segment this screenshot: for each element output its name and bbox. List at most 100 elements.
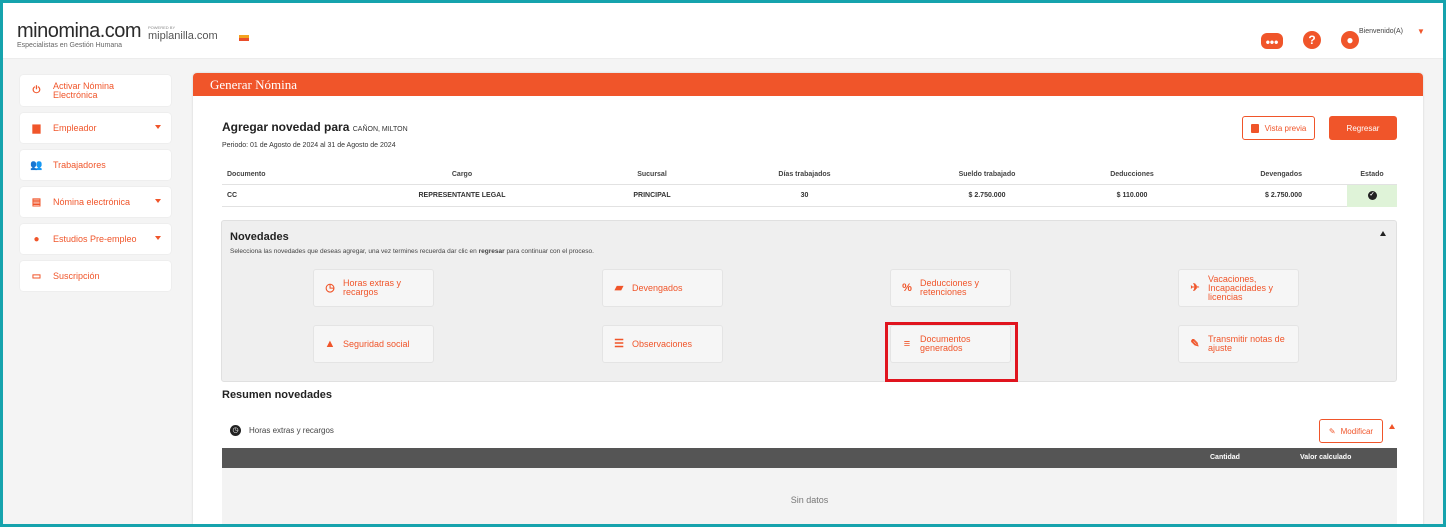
chevron-down-icon[interactable]: ▼	[1417, 27, 1425, 36]
card-transmitir-notas[interactable]: ✎ Transmitir notas de ajuste	[1178, 325, 1299, 363]
col-cantidad: Cantidad	[1210, 454, 1240, 461]
page-title: Generar Nómina	[193, 73, 1423, 96]
col-deducciones: Deducciones	[1110, 171, 1154, 178]
card-observaciones[interactable]: ☰ Observaciones	[602, 325, 723, 363]
clock-icon: ◷	[325, 282, 335, 294]
app-frame: minomina.com Especialistas en Gestión Hu…	[0, 0, 1446, 527]
col-sueldo: Sueldo trabajado	[958, 171, 1016, 178]
pdf-icon	[1250, 123, 1259, 133]
add-novedad-title: Agregar novedad para CAÑON, MILTON	[222, 120, 408, 134]
sidebar: ⏻ Activar Nómina Electrónica ▆ Empleador…	[20, 75, 171, 298]
collapse-icon[interactable]	[1380, 231, 1386, 236]
cell-sueldo: $ 2.750.000	[968, 192, 1006, 199]
document-icon: ▤	[31, 196, 42, 208]
cell-sucursal: PRINCIPAL	[633, 192, 671, 199]
sidebar-item-label: Trabajadores	[53, 159, 106, 170]
novedades-title: Novedades	[230, 231, 289, 243]
preview-button-label: Vista previa	[1264, 123, 1307, 133]
building-icon: ▆	[32, 122, 41, 134]
sidebar-item-suscripcion[interactable]: ▭ Suscripción	[20, 261, 171, 291]
chat-icon[interactable]: •••	[1261, 33, 1283, 49]
col-devengados: Devengados	[1260, 171, 1302, 178]
col-sucursal: Sucursal	[637, 171, 667, 178]
chevron-down-icon	[155, 236, 161, 240]
sidebar-item-nomina-electronica[interactable]: ▤ Nómina electrónica	[20, 187, 171, 217]
preview-button[interactable]: Vista previa	[1242, 116, 1315, 140]
card-vacaciones[interactable]: ✈ Vacaciones, Incapacidades y licencias	[1178, 269, 1299, 307]
card-deducciones[interactable]: % Deducciones y retenciones	[890, 269, 1011, 307]
card-label: Observaciones	[632, 338, 693, 349]
empty-state-text: Sin datos	[790, 495, 829, 505]
table-row: CC REPRESENTANTE LEGAL PRINCIPAL 30 $ 2.…	[222, 184, 1397, 207]
card-icon: ▭	[31, 270, 42, 282]
resumen-section-label: Horas extras y recargos	[249, 426, 334, 435]
card-label: Transmitir notas de ajuste	[1208, 334, 1285, 353]
sidebar-item-trabajadores[interactable]: 👥 Trabajadores	[20, 150, 171, 180]
novedades-description: Selecciona las novedades que deseas agre…	[230, 248, 594, 255]
card-label: Deducciones y retenciones	[920, 278, 980, 297]
sidebar-item-label: Empleador	[53, 122, 97, 133]
welcome-text[interactable]: Bienvenido(A)	[1359, 28, 1403, 35]
top-header: minomina.com Especialistas en Gestión Hu…	[3, 3, 1443, 59]
desc-text: Selecciona las novedades que deseas agre…	[230, 248, 479, 255]
back-button[interactable]: Regresar	[1329, 116, 1397, 140]
resumen-empty: Sin datos	[222, 468, 1397, 524]
resumen-title: Resumen novedades	[222, 389, 333, 401]
col-documento: Documento	[227, 171, 266, 178]
sidebar-item-label: Nómina electrónica	[53, 196, 131, 207]
sidebar-item-estudios-preempleo[interactable]: ● Estudios Pre-empleo	[20, 224, 171, 254]
desc-bold: regresar	[478, 248, 505, 255]
col-cargo: Cargo	[451, 171, 473, 178]
plane-icon: ✈	[1190, 282, 1200, 294]
sidebar-item-activar-nomina[interactable]: ⏻ Activar Nómina Electrónica	[20, 75, 171, 106]
sidebar-item-empleador[interactable]: ▆ Empleador	[20, 113, 171, 143]
logo-tagline: Especialistas en Gestión Humana	[17, 42, 123, 49]
employee-name: CAÑON, MILTON	[352, 126, 408, 133]
card-label: Horas extras y recargos	[343, 278, 402, 297]
novedades-panel: Novedades Selecciona las novedades que d…	[221, 220, 1397, 382]
collapse-icon[interactable]	[1389, 424, 1395, 429]
add-novedad-label: Agregar novedad para	[222, 120, 350, 134]
col-valor-calculado: Valor calculado	[1300, 454, 1352, 461]
resumen-table-header: Cantidad Valor calculado	[222, 448, 1397, 468]
user-icon[interactable]: ●	[1341, 31, 1359, 49]
helmet-icon: ▲	[324, 338, 336, 350]
card-devengados[interactable]: ▰ Devengados	[602, 269, 723, 307]
highlight-box	[885, 322, 1018, 382]
desc-text-end: para continuar con el proceso.	[504, 248, 594, 255]
chevron-down-icon	[155, 125, 161, 129]
card-label: Seguridad social	[343, 338, 410, 349]
card-horas-extras[interactable]: ◷ Horas extras y recargos	[313, 269, 434, 307]
period-text: Periodo: 01 de Agosto de 2024 al 31 de A…	[222, 142, 396, 149]
employee-table: Documento Cargo Sucursal Días trabajados…	[222, 165, 1397, 207]
flag-icon[interactable]	[239, 35, 249, 41]
cell-dias: 30	[800, 192, 809, 199]
help-icon[interactable]: ?	[1303, 31, 1321, 49]
card-label: Vacaciones, Incapacidades y licencias	[1208, 273, 1274, 302]
check-icon: ✓	[1367, 191, 1377, 200]
cell-cargo: REPRESENTANTE LEGAL	[418, 192, 506, 199]
percent-icon: %	[902, 282, 912, 294]
logo-name: minomina.com	[17, 20, 142, 42]
card-seguridad-social[interactable]: ▲ Seguridad social	[313, 325, 434, 363]
logo[interactable]: minomina.com Especialistas en Gestión Hu…	[17, 20, 142, 50]
sidebar-item-label: Suscripción	[53, 270, 100, 281]
col-dias: Días trabajados	[778, 171, 831, 178]
partner-name: miplanilla.com	[148, 30, 218, 42]
cell-documento: CC	[227, 192, 238, 199]
table-header: Documento Cargo Sucursal Días trabajados…	[222, 165, 1397, 185]
modify-button-label: Modificar	[1340, 426, 1374, 436]
notes-icon: ☰	[614, 338, 624, 350]
status-badge: ✓	[1347, 184, 1397, 207]
clock-icon: ◷	[230, 425, 241, 436]
modify-button[interactable]: ✎ Modificar	[1319, 419, 1383, 443]
col-estado: Estado	[1360, 171, 1384, 178]
cell-deducciones: $ 110.000	[1116, 192, 1148, 199]
card-label: Devengados	[632, 282, 683, 293]
edit-icon: ✎	[1190, 338, 1200, 350]
money-icon: ▰	[614, 282, 624, 294]
sidebar-item-label: Activar Nómina Electrónica	[53, 80, 115, 100]
partner-logo: POWERED BY miplanilla.com	[148, 25, 218, 42]
main-card: Generar Nómina Agregar novedad para CAÑO…	[193, 73, 1423, 524]
users-icon: 👥	[30, 159, 43, 171]
